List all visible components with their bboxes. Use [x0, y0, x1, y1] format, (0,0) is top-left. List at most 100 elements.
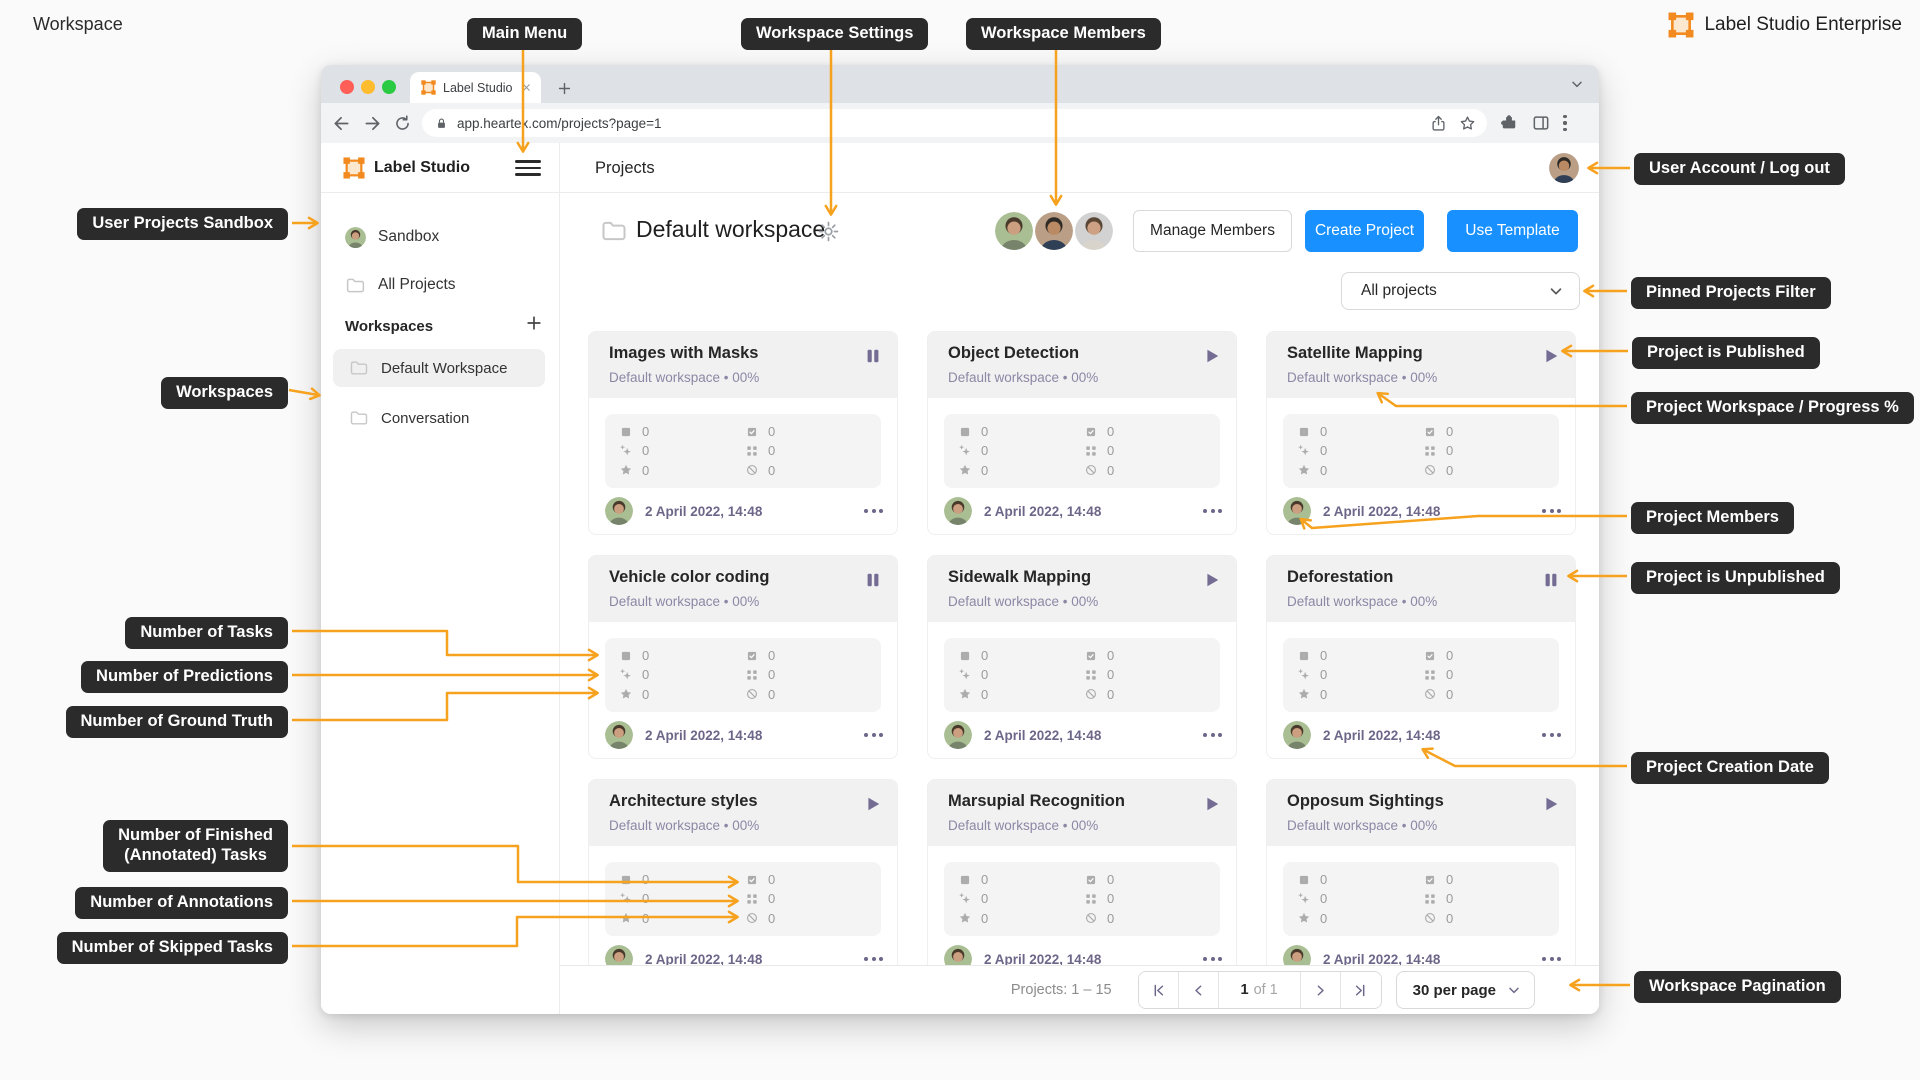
stat-value: 0	[768, 910, 776, 926]
workspace-settings-gear-icon[interactable]	[817, 220, 840, 243]
browser-tab[interactable]: Label Studio	[410, 72, 541, 103]
manage-members-button[interactable]: Manage Members	[1133, 210, 1292, 252]
pause-icon	[863, 570, 883, 590]
stat-value: 0	[642, 891, 650, 907]
pinned-projects-filter[interactable]: All projects	[1341, 272, 1580, 310]
sidebar-item-sandbox[interactable]: Sandbox	[321, 222, 560, 252]
project-workspace-progress: Default workspace • 00%	[948, 594, 1099, 609]
back-icon[interactable]	[331, 113, 352, 134]
previous-page-button[interactable]	[1178, 972, 1219, 1008]
tasks-icon	[958, 425, 972, 439]
tasks-count: 0	[958, 870, 1084, 889]
more-options-icon[interactable]	[1542, 957, 1561, 961]
more-options-icon[interactable]	[1542, 733, 1561, 737]
ground-truth-icon	[619, 911, 633, 925]
stat-value: 0	[1107, 648, 1115, 664]
finished-tasks-icon	[1084, 649, 1098, 663]
next-page-button[interactable]	[1300, 972, 1341, 1008]
browser-menu-icon[interactable]	[1563, 114, 1567, 132]
tab-close-icon[interactable]	[520, 81, 533, 94]
stat-value: 0	[1107, 667, 1115, 683]
project-card[interactable]: Opposum Sightings Default workspace • 00…	[1266, 779, 1576, 983]
forward-icon[interactable]	[362, 113, 383, 134]
project-workspace-progress: Default workspace • 00%	[1287, 370, 1438, 385]
user-account-avatar[interactable]	[1549, 153, 1579, 183]
stat-value: 0	[1320, 686, 1328, 702]
project-creator-avatar	[944, 721, 972, 749]
stat-value: 0	[1107, 891, 1115, 907]
more-options-icon[interactable]	[864, 733, 883, 737]
per-page-dropdown[interactable]: 30 per page	[1395, 971, 1535, 1009]
url-text: app.heartex.com/projects?page=1	[457, 115, 662, 131]
project-card[interactable]: Sidewalk Mapping Default workspace • 00%…	[927, 555, 1237, 759]
finished-tasks-icon	[1084, 425, 1098, 439]
sidebar-item-conversation[interactable]: Conversation	[333, 399, 545, 437]
chevron-down-icon	[1547, 282, 1565, 300]
more-options-icon[interactable]	[1203, 733, 1222, 737]
project-card[interactable]: Object Detection Default workspace • 00%…	[927, 331, 1237, 535]
first-page-button[interactable]	[1138, 972, 1179, 1008]
project-card[interactable]: Deforestation Default workspace • 00% 0 …	[1266, 555, 1576, 759]
stat-value: 0	[1446, 872, 1454, 888]
address-bar[interactable]: app.heartex.com/projects?page=1	[422, 109, 1487, 137]
project-card[interactable]: Vehicle color coding Default workspace •…	[588, 555, 898, 759]
stat-value: 0	[981, 891, 989, 907]
use-template-button[interactable]: Use Template	[1447, 210, 1578, 252]
more-options-icon[interactable]	[1542, 509, 1561, 513]
finished-tasks-count: 0	[745, 422, 871, 441]
member-avatar[interactable]	[1075, 212, 1113, 250]
predictions-icon	[619, 892, 633, 906]
project-card[interactable]: Satellite Mapping Default workspace • 00…	[1266, 331, 1576, 535]
stat-value: 0	[1320, 462, 1328, 478]
annotations-icon	[745, 668, 759, 682]
more-options-icon[interactable]	[864, 957, 883, 961]
annotations-icon	[745, 892, 759, 906]
tab-search-chevron-icon[interactable]	[1569, 76, 1585, 92]
callout-workspaces: Workspaces	[161, 377, 288, 409]
minimize-window-button[interactable]	[361, 80, 375, 94]
project-card[interactable]: Architecture styles Default workspace • …	[588, 779, 898, 983]
share-icon[interactable]	[1429, 114, 1448, 133]
sidebar-item-default-workspace[interactable]: Default Workspace	[333, 349, 545, 387]
avatar	[944, 497, 972, 525]
close-window-button[interactable]	[340, 80, 354, 94]
stat-value: 0	[981, 443, 989, 459]
finished-tasks-icon	[1084, 873, 1098, 887]
stat-value: 0	[768, 872, 776, 888]
ground-truth-count: 0	[958, 461, 1084, 480]
project-card[interactable]: Marsupial Recognition Default workspace …	[927, 779, 1237, 983]
reload-icon[interactable]	[393, 114, 412, 133]
project-stats: 0 0 0 0 0 0	[605, 638, 881, 712]
skipped-tasks-count: 0	[745, 685, 871, 704]
annotations-count: 0	[1084, 441, 1210, 460]
annotations-icon	[1084, 444, 1098, 458]
new-tab-button[interactable]	[552, 76, 576, 100]
stat-value: 0	[1320, 443, 1328, 459]
sidebar-item-all-projects[interactable]: All Projects	[321, 270, 560, 300]
side-panel-icon[interactable]	[1531, 113, 1551, 133]
ground-truth-icon	[958, 463, 972, 477]
project-stats: 0 0 0 0 0 0	[1283, 638, 1559, 712]
maximize-window-button[interactable]	[382, 80, 396, 94]
project-card-header: Vehicle color coding Default workspace •…	[589, 556, 897, 622]
create-project-button[interactable]: Create Project	[1305, 210, 1424, 252]
more-options-icon[interactable]	[1203, 957, 1222, 961]
page-indicator: 1 of 1	[1219, 972, 1301, 1008]
predictions-count: 0	[1297, 441, 1423, 460]
tasks-icon	[619, 649, 633, 663]
more-options-icon[interactable]	[864, 509, 883, 513]
stat-value: 0	[1320, 872, 1328, 888]
project-stats: 0 0 0 0 0 0	[944, 862, 1220, 936]
more-options-icon[interactable]	[1203, 509, 1222, 513]
stat-value: 0	[1107, 910, 1115, 926]
member-avatar[interactable]	[1035, 212, 1073, 250]
bookmark-star-icon[interactable]	[1458, 114, 1477, 133]
main-menu-hamburger-icon[interactable]	[515, 160, 541, 176]
member-avatar[interactable]	[995, 212, 1033, 250]
pause-icon	[863, 346, 883, 366]
project-card[interactable]: Images with Masks Default workspace • 00…	[588, 331, 898, 535]
add-workspace-icon[interactable]	[524, 313, 544, 333]
filter-value: All projects	[1361, 282, 1437, 299]
last-page-button[interactable]	[1340, 972, 1381, 1008]
extensions-puzzle-icon[interactable]	[1499, 113, 1519, 133]
